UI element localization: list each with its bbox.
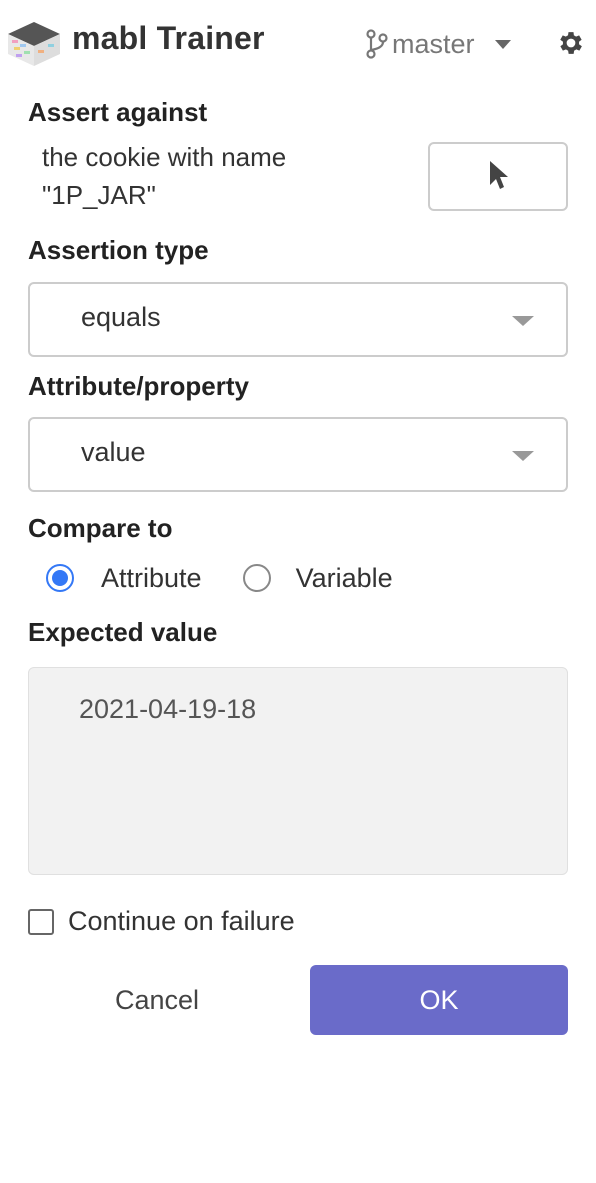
assertion-type-value: equals [81, 302, 161, 332]
expected-value-text: 2021-04-19-18 [79, 694, 257, 724]
mabl-logo-icon [8, 22, 60, 66]
assertion-type-label: Assertion type [28, 235, 209, 265]
attribute-property-value: value [81, 437, 146, 467]
continue-on-failure-checkbox[interactable] [28, 908, 54, 935]
app-title: mabl Trainer [72, 20, 265, 56]
element-picker-button[interactable] [428, 142, 568, 211]
branch-selector[interactable]: master [366, 26, 511, 62]
header: mabl Trainer master [0, 0, 596, 86]
assertion-type-select[interactable]: equals [28, 282, 568, 357]
gear-icon[interactable] [556, 28, 586, 58]
assert-target-line: the cookie with name [42, 142, 287, 172]
radio-variable-label[interactable]: Variable [296, 563, 393, 594]
cursor-pointer-icon [490, 161, 508, 189]
chevron-down-icon [512, 451, 534, 461]
radio-attribute-label[interactable]: Attribute [101, 563, 202, 594]
expected-value-field[interactable]: 2021-04-19-18 [28, 667, 568, 875]
attribute-property-select[interactable]: value [28, 417, 568, 492]
branch-name: master [392, 28, 475, 59]
expected-value-label: Expected value [28, 617, 218, 647]
attribute-property-label: Attribute/property [28, 371, 249, 401]
git-branch-icon [366, 29, 388, 59]
compare-to-options: Attribute Variable [46, 558, 393, 598]
assert-against-label: Assert against [28, 97, 208, 127]
compare-to-label: Compare to [28, 513, 173, 543]
radio-variable[interactable] [242, 564, 271, 592]
ok-button[interactable]: OK [310, 965, 568, 1035]
radio-attribute[interactable] [46, 564, 74, 592]
chevron-down-icon [494, 39, 511, 49]
continue-on-failure-label[interactable]: Continue on failure [68, 906, 295, 937]
chevron-down-icon [512, 316, 534, 326]
assert-target-text: the cookie with name "1P_JAR" [42, 138, 402, 214]
cancel-button[interactable]: Cancel [28, 965, 286, 1035]
assert-target-line: "1P_JAR" [42, 180, 156, 210]
continue-on-failure-row: Continue on failure [28, 906, 295, 937]
